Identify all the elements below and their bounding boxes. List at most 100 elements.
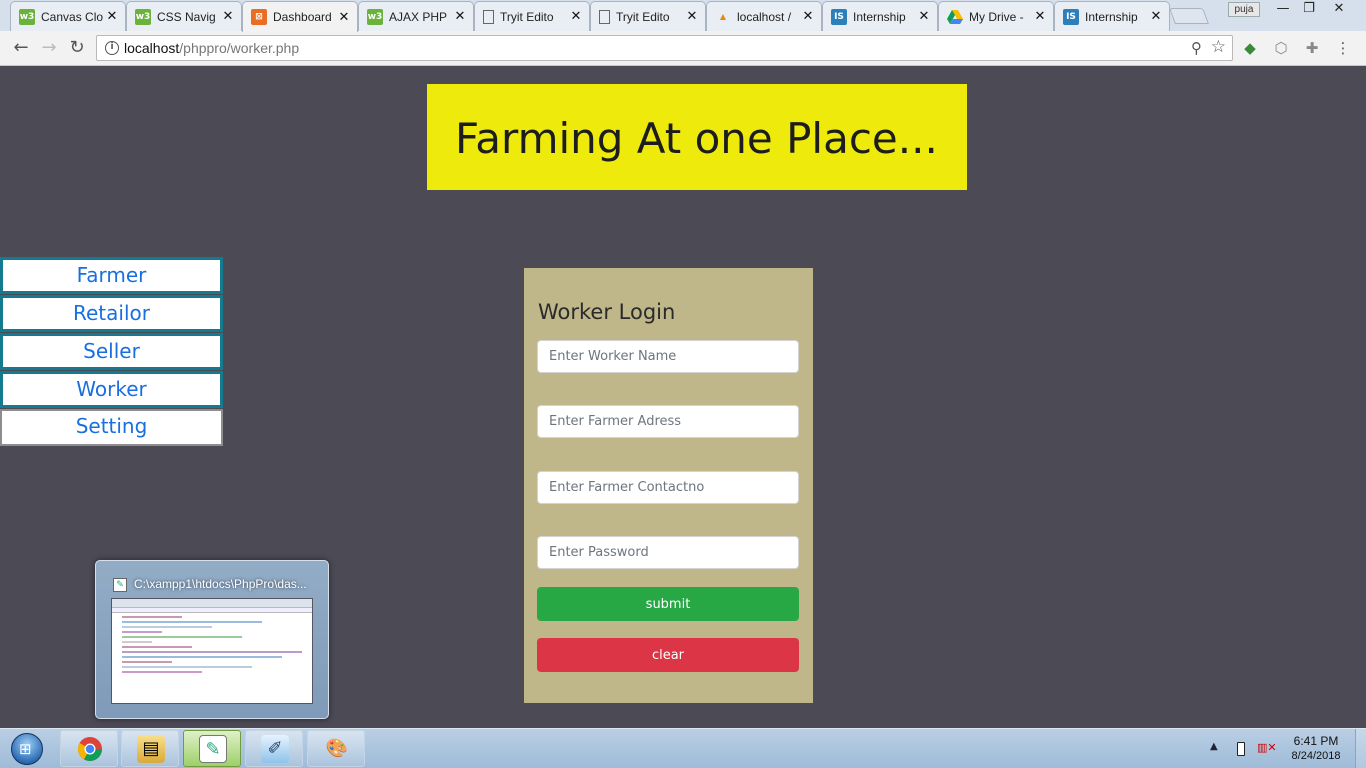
form-heading: Worker Login	[538, 300, 676, 324]
url-path: /phppro/worker.php	[179, 40, 300, 56]
menu-kebab-icon[interactable]: ⋮	[1334, 39, 1352, 57]
new-tab-button[interactable]	[1169, 8, 1209, 24]
file-explorer-icon: ▤	[137, 735, 165, 763]
tab-title: Tryit Edito	[616, 9, 670, 24]
password-input[interactable]	[537, 536, 799, 569]
show-hidden-icons-icon[interactable]: ▲	[1210, 741, 1218, 752]
thumbnail-title: C:\xampp1\htdocs\PhpPro\das...	[134, 577, 307, 591]
taskbar-thumbnail-preview[interactable]: ✎ C:\xampp1\htdocs\PhpPro\das...	[95, 560, 329, 719]
tab-title: Canvas Clo	[41, 9, 104, 24]
puzzle-icon[interactable]: ✚	[1303, 39, 1321, 57]
nav-item-worker[interactable]: Worker	[0, 371, 223, 408]
start-button[interactable]: ⊞	[2, 730, 52, 768]
clear-button[interactable]: clear	[537, 638, 799, 672]
windows-taskbar: ⊞ ▤ ✎ ✐ 🎨 ▲ ▥✕ 6:41 PM 8/24/2018	[0, 728, 1366, 768]
clock-date: 8/24/2018	[1291, 750, 1341, 762]
internshala-icon: IS	[1063, 8, 1079, 25]
close-icon[interactable]: ✕	[801, 9, 815, 24]
close-icon[interactable]: ✕	[337, 10, 351, 25]
profile-button[interactable]: puja	[1228, 2, 1260, 17]
paint-icon: 🎨	[325, 738, 349, 759]
browser-tab[interactable]: Tryit Edito ✕	[590, 1, 706, 31]
close-icon[interactable]: ✕	[917, 9, 931, 24]
browser-tab[interactable]: w3 Canvas Clo ✕	[10, 1, 126, 31]
side-nav: Farmer Retailor Seller Worker Setting	[0, 257, 224, 447]
taskbar-notepad-plus-plus[interactable]: ✎	[183, 730, 241, 767]
url-text: localhost/phppro/worker.php	[124, 40, 299, 56]
nav-item-seller[interactable]: Seller	[0, 333, 223, 370]
taskbar-paint[interactable]: 🎨	[307, 730, 365, 767]
bookmark-star-icon[interactable]: ☆	[1211, 37, 1226, 57]
farmer-address-input[interactable]	[537, 405, 799, 438]
submit-button[interactable]: submit	[537, 587, 799, 621]
browser-tab[interactable]: IS Internship ✕	[1054, 1, 1170, 31]
extension-icon[interactable]: ◆	[1241, 39, 1259, 57]
network-icon[interactable]: ▥✕	[1257, 741, 1277, 756]
close-icon[interactable]: ✕	[221, 9, 235, 24]
w3schools-icon: w3	[367, 8, 383, 25]
forward-icon[interactable]: →	[36, 35, 62, 61]
url-host: localhost	[124, 40, 180, 56]
worker-name-input[interactable]	[537, 340, 799, 373]
tab-title: Internship	[853, 9, 906, 24]
back-icon[interactable]: ←	[8, 35, 34, 61]
minimize-icon[interactable]: —	[1270, 0, 1296, 18]
close-icon[interactable]: ✕	[569, 9, 583, 24]
notepad-plus-plus-icon: ✎	[113, 578, 127, 592]
browser-tab-strip: w3 Canvas Clo ✕ w3 CSS Navig ✕ ⊠ Dashboa…	[0, 0, 1366, 32]
battery-icon[interactable]	[1237, 742, 1245, 756]
tab-title: Internship	[1085, 9, 1138, 24]
w3schools-icon: w3	[135, 8, 151, 25]
tab-title: localhost /	[737, 9, 792, 24]
show-desktop-button[interactable]	[1355, 729, 1366, 768]
site-banner: Farming At one Place...	[427, 84, 967, 190]
w3schools-icon: w3	[19, 8, 35, 25]
google-drive-icon	[947, 9, 963, 25]
chrome-icon	[76, 735, 104, 763]
close-icon[interactable]: ✕	[453, 9, 467, 24]
browser-tab[interactable]: My Drive - ✕	[938, 1, 1054, 31]
notepad-plus-plus-icon: ✎	[199, 735, 227, 763]
farmer-contact-input[interactable]	[537, 471, 799, 504]
reload-icon[interactable]: ↻	[64, 35, 90, 61]
tab-title: CSS Navig	[157, 9, 216, 24]
close-icon[interactable]: ✕	[1149, 9, 1163, 24]
clock-time: 6:41 PM	[1293, 734, 1339, 748]
zoom-icon[interactable]: ⚲	[1191, 39, 1202, 57]
taskbar-file-explorer[interactable]: ▤	[121, 730, 179, 767]
internshala-icon: IS	[831, 8, 847, 25]
notepad-icon: ✐	[261, 735, 289, 763]
nav-item-farmer[interactable]: Farmer	[0, 257, 223, 294]
close-icon[interactable]: ✕	[105, 9, 119, 24]
nav-item-setting[interactable]: Setting	[0, 409, 223, 446]
tab-title: Dashboard	[273, 10, 332, 24]
close-icon[interactable]: ✕	[685, 9, 699, 24]
page-title: Farming At one Place...	[455, 114, 938, 163]
browser-tab[interactable]: w3 CSS Navig ✕	[126, 1, 242, 31]
browser-tab[interactable]: IS Internship ✕	[822, 1, 938, 31]
restore-icon[interactable]: ❐	[1296, 0, 1322, 18]
tab-title: AJAX PHP	[389, 9, 448, 24]
worker-login-form: Worker Login submit clear	[524, 268, 813, 703]
tab-title: Tryit Edito	[500, 9, 554, 24]
system-clock[interactable]: 6:41 PM 8/24/2018	[1280, 734, 1352, 762]
browser-tab[interactable]: Tryit Edito ✕	[474, 1, 590, 31]
extension-cube-icon[interactable]: ⬡	[1272, 39, 1290, 57]
browser-tab[interactable]: ▲ localhost / ✕	[706, 1, 822, 31]
info-icon[interactable]: i	[105, 41, 119, 55]
windows-logo-icon: ⊞	[11, 733, 43, 765]
browser-tab-active[interactable]: ⊠ Dashboard ✕	[242, 1, 358, 32]
browser-toolbar: ← → ↻ i localhost/phppro/worker.php ⚲ ☆ …	[0, 31, 1366, 66]
tab-title: My Drive -	[969, 9, 1024, 24]
document-icon	[599, 9, 610, 24]
browser-tab[interactable]: w3 AJAX PHP ✕	[358, 1, 474, 31]
address-bar[interactable]: i localhost/phppro/worker.php ⚲ ☆	[96, 35, 1233, 61]
taskbar-chrome[interactable]	[60, 730, 118, 767]
nav-item-retailor[interactable]: Retailor	[0, 295, 223, 332]
document-icon	[483, 9, 494, 24]
taskbar-notepad[interactable]: ✐	[245, 730, 303, 767]
xampp-icon: ⊠	[251, 9, 267, 25]
close-window-icon[interactable]: ✕	[1326, 0, 1352, 18]
close-icon[interactable]: ✕	[1033, 9, 1047, 24]
window-preview-image	[111, 598, 313, 704]
